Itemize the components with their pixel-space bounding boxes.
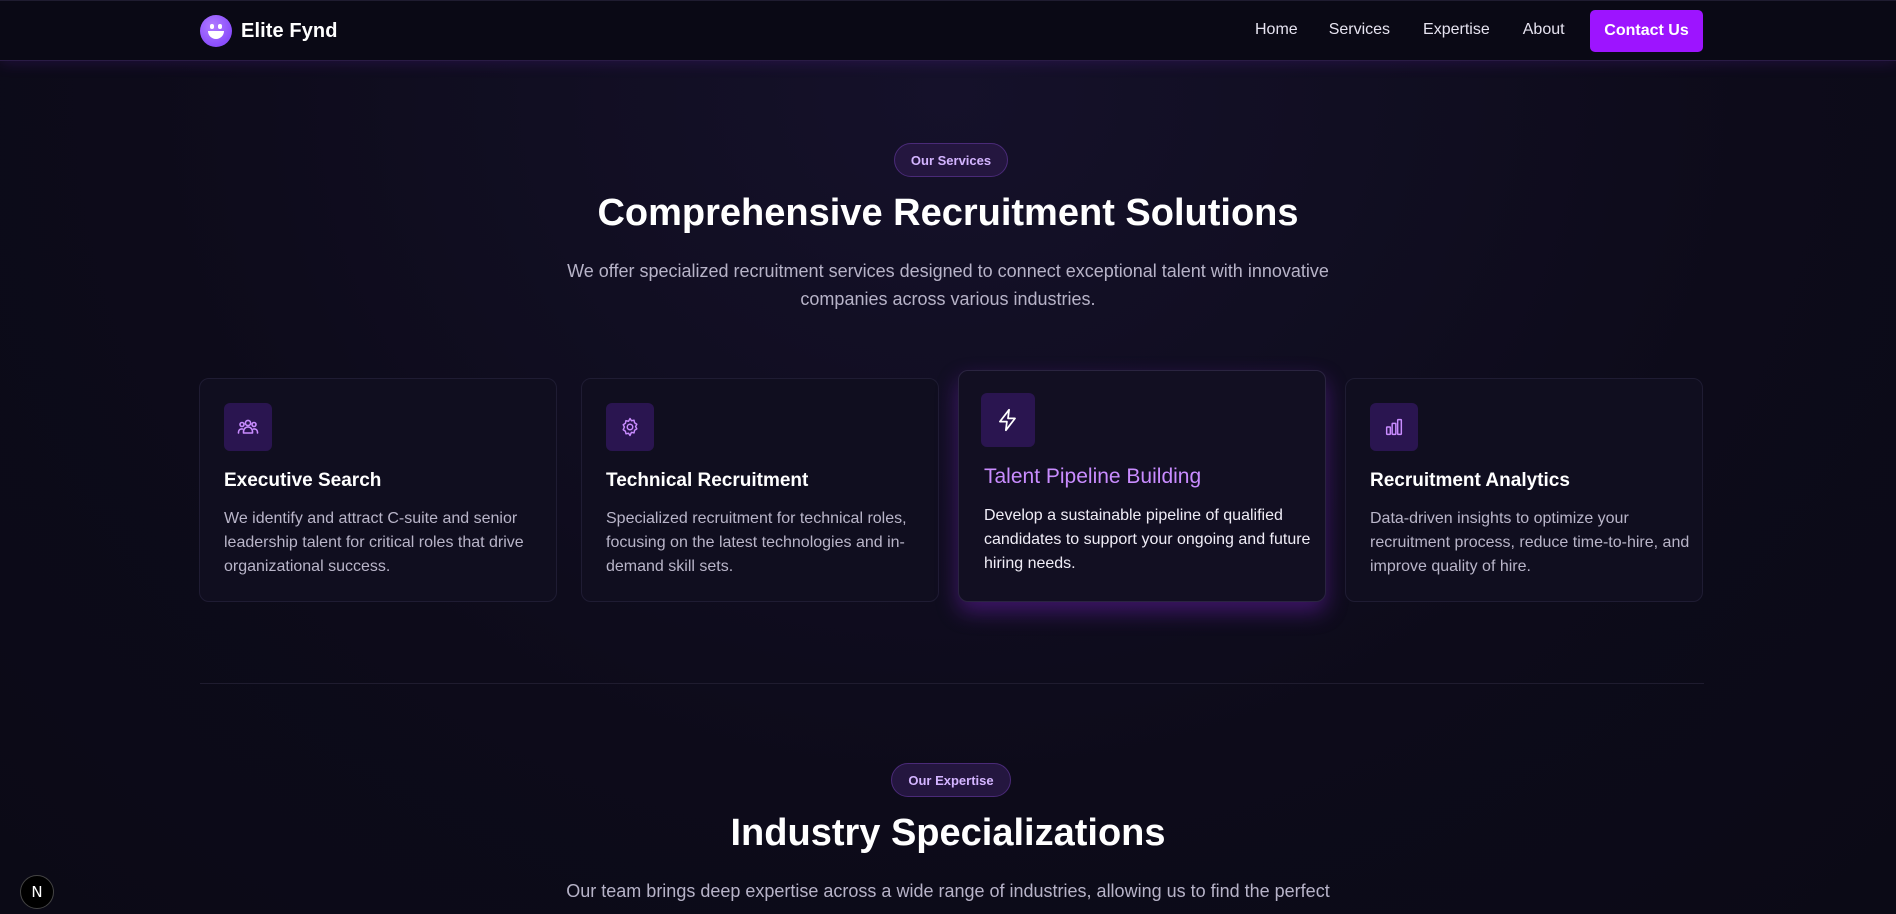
nav-link-expertise[interactable]: Expertise bbox=[1423, 21, 1490, 39]
service-card-recruitment-analytics[interactable]: Recruitment Analytics Data-driven insigh… bbox=[1345, 378, 1703, 602]
services-subtitle-line-2: companies across various industries. bbox=[800, 289, 1096, 309]
card-title: Recruitment Analytics bbox=[1370, 470, 1570, 491]
top-navbar: Elite Fynd Home Services Expertise About… bbox=[0, 0, 1896, 61]
bar-chart-icon bbox=[1370, 403, 1418, 451]
services-subtitle-line-1: We offer specialized recruitment service… bbox=[567, 261, 1329, 281]
nav-link-services[interactable]: Services bbox=[1329, 21, 1390, 39]
nav-link-about[interactable]: About bbox=[1523, 21, 1565, 39]
gear-icon bbox=[606, 403, 654, 451]
expertise-title: Industry Specializations bbox=[730, 812, 1166, 854]
nav-link-home[interactable]: Home bbox=[1255, 21, 1298, 39]
services-badge: Our Services bbox=[894, 143, 1008, 177]
card-description: Develop a sustainable pipeline of qualif… bbox=[984, 507, 1311, 572]
service-card-executive-search[interactable]: Executive Search We identify and attract… bbox=[199, 378, 557, 602]
card-description: Data-driven insights to optimize your re… bbox=[1370, 510, 1690, 575]
card-title: Executive Search bbox=[224, 470, 382, 491]
service-card-technical-recruitment[interactable]: Technical Recruitment Specialized recrui… bbox=[581, 378, 939, 602]
smiley-logo-icon bbox=[200, 15, 232, 47]
card-description: We identify and attract C-suite and seni… bbox=[224, 510, 524, 575]
card-title: Technical Recruitment bbox=[606, 470, 809, 491]
brand[interactable]: Elite Fynd bbox=[200, 15, 338, 47]
users-group-icon bbox=[224, 403, 272, 451]
contact-us-button[interactable]: Contact Us bbox=[1590, 10, 1703, 52]
services-title: Comprehensive Recruitment Solutions bbox=[597, 192, 1299, 234]
section-divider bbox=[200, 683, 1704, 684]
lightning-icon bbox=[981, 393, 1035, 447]
expertise-badge: Our Expertise bbox=[891, 763, 1011, 797]
service-card-talent-pipeline[interactable]: Talent Pipeline Building Develop a susta… bbox=[958, 370, 1326, 602]
services-subtitle: We offer specialized recruitment service… bbox=[548, 257, 1348, 313]
card-title: Talent Pipeline Building bbox=[984, 465, 1202, 488]
brand-name: Elite Fynd bbox=[241, 19, 338, 42]
expertise-subtitle-line-1: Our team brings deep expertise across a … bbox=[566, 881, 1330, 901]
dev-tools-badge[interactable]: N bbox=[20, 875, 54, 909]
page: Elite Fynd Home Services Expertise About… bbox=[0, 0, 1896, 914]
nav-links: Home Services Expertise About bbox=[1255, 21, 1597, 39]
card-description: Specialized recruitment for technical ro… bbox=[606, 510, 907, 575]
expertise-subtitle: Our team brings deep expertise across a … bbox=[548, 877, 1348, 905]
